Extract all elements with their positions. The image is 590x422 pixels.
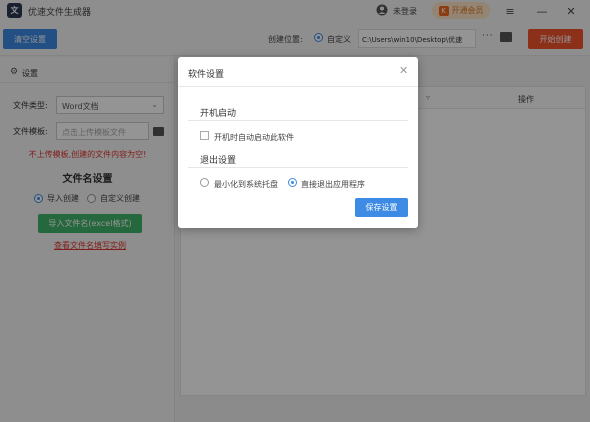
startup-section-title: 开机启动 [200,109,237,119]
dialog-divider [178,86,418,87]
dialog-title: 软件设置 [188,70,225,80]
autostart-label: 开机时自动启动此软件 [214,133,294,142]
minimize-tray-label: 最小化到系统托盘 [214,180,278,189]
exit-divider [188,167,408,168]
exit-section-title: 退出设置 [200,156,237,166]
autostart-checkbox[interactable] [200,131,209,140]
close-icon[interactable]: ✕ [399,64,408,77]
settings-dialog: 软件设置 ✕ 开机启动 开机时自动启动此软件 退出设置 最小化到系统托盘 直接退… [178,57,418,228]
startup-divider [188,120,408,121]
exit-app-radio[interactable] [288,178,297,187]
save-settings-button[interactable]: 保存设置 [355,198,408,217]
minimize-tray-radio[interactable] [200,178,209,187]
exit-app-label: 直接退出应用程序 [301,180,365,189]
